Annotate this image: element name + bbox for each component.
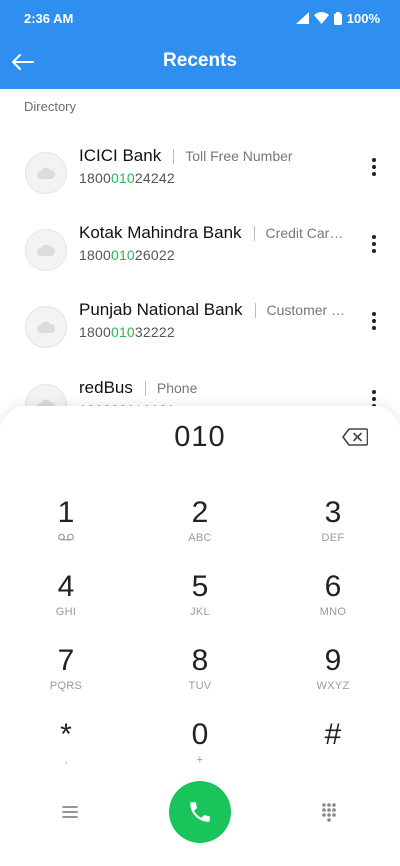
key-4[interactable]: 4 GHI xyxy=(0,570,132,638)
page-title: Recents xyxy=(163,50,237,71)
top-bar: 2:36 AM 100% Recents xyxy=(0,0,400,89)
divider xyxy=(173,148,175,164)
wifi-icon xyxy=(313,12,329,24)
key-9[interactable]: 9 WXYZ xyxy=(267,644,399,712)
key-6[interactable]: 6 MNO xyxy=(267,570,399,638)
contact-number: 180001026022 xyxy=(79,247,175,263)
contact-name: redBus xyxy=(79,378,133,397)
contact-name: Punjab National Bank xyxy=(79,300,243,319)
contact-tag: Credit Card/... xyxy=(265,225,349,241)
number-suffix: 24242 xyxy=(134,170,175,186)
number-suffix: 32222 xyxy=(134,324,175,340)
avatar xyxy=(25,306,67,348)
number-match: 010 xyxy=(110,170,135,186)
key-letters: JKL xyxy=(190,606,210,618)
contact-number: 180001024242 xyxy=(79,170,175,186)
key-7[interactable]: 7 PQRS xyxy=(0,644,132,712)
status-bar: 2:36 AM 100% xyxy=(0,0,400,36)
contact-header: Kotak Mahindra Bank Credit Card/... xyxy=(79,223,349,243)
key-letters: ABC xyxy=(188,532,212,544)
key-8[interactable]: 8 TUV xyxy=(134,644,266,712)
menu-icon[interactable] xyxy=(55,797,85,827)
number-prefix: 1800 xyxy=(79,247,111,263)
section-header: Directory xyxy=(24,99,77,114)
list-item[interactable]: ICICI Bank Toll Free Number 180001024242 xyxy=(0,146,400,220)
key-digit: 2 xyxy=(191,496,209,529)
key-letters: , xyxy=(64,754,68,766)
battery-icon xyxy=(333,11,342,25)
avatar xyxy=(25,229,67,271)
signal-icon xyxy=(295,12,309,24)
contact-name: Kotak Mahindra Bank xyxy=(79,223,242,242)
dialed-number[interactable]: 010 xyxy=(0,421,400,454)
key-1[interactable]: 1 xyxy=(0,496,132,564)
battery-level: 100% xyxy=(346,10,380,26)
divider xyxy=(144,380,146,396)
key-digit: 5 xyxy=(191,570,209,603)
number-match: 010 xyxy=(110,324,135,340)
contact-name: ICICI Bank xyxy=(79,146,162,165)
key-letters xyxy=(267,754,399,768)
cloud-avatar-icon xyxy=(37,321,56,333)
key-digit: 7 xyxy=(57,644,75,677)
key-letters: GHI xyxy=(55,606,77,618)
key-digit: 8 xyxy=(191,644,209,677)
key-digit: 9 xyxy=(324,644,342,677)
key-digit: # xyxy=(324,718,342,751)
key-digit: * xyxy=(60,718,72,751)
cloud-avatar-icon xyxy=(37,244,56,256)
key-digit: 3 xyxy=(324,496,342,529)
key-3[interactable]: 3 DEF xyxy=(267,496,399,564)
contact-tag: Phone xyxy=(156,380,198,396)
key-letters: TUV xyxy=(188,680,212,692)
app-bar: Recents xyxy=(0,36,400,89)
contact-header: Punjab National Bank Customer C... xyxy=(79,300,349,320)
key-digit: 4 xyxy=(57,570,75,603)
key-2[interactable]: 2 ABC xyxy=(134,496,266,564)
contact-header: ICICI Bank Toll Free Number xyxy=(79,146,349,166)
status-icons: 100% xyxy=(295,10,380,26)
status-time: 2:36 AM xyxy=(24,10,74,26)
more-options-icon[interactable] xyxy=(366,229,382,259)
key-digit: 6 xyxy=(324,570,342,603)
key-hash[interactable]: # xyxy=(267,718,399,786)
key-star[interactable]: * , xyxy=(0,718,132,786)
key-letters: + xyxy=(196,754,204,766)
key-digit: 1 xyxy=(57,496,75,529)
contact-header: redBus Phone xyxy=(79,378,349,398)
dialpad-icon[interactable] xyxy=(314,797,344,827)
divider xyxy=(253,225,255,241)
key-letters: WXYZ xyxy=(316,680,350,692)
key-letters: PQRS xyxy=(49,680,83,692)
avatar xyxy=(25,152,67,194)
contact-tag: Toll Free Number xyxy=(185,148,293,164)
contact-number: 180001032222 xyxy=(79,324,175,340)
key-letters: MNO xyxy=(319,606,347,618)
list-item[interactable]: Punjab National Bank Customer C... 18000… xyxy=(0,300,400,374)
number-prefix: 1800 xyxy=(79,324,111,340)
divider xyxy=(254,302,256,318)
key-5[interactable]: 5 JKL xyxy=(134,570,266,638)
key-letters: DEF xyxy=(321,532,345,544)
contact-tag: Customer C... xyxy=(266,302,349,318)
dialpad-panel: 010 1 2 ABC 3 DEF 4 GHI 5 JKL 6 MNO 7 PQ… xyxy=(0,406,400,866)
backspace-icon[interactable] xyxy=(342,428,369,446)
number-suffix: 26022 xyxy=(134,247,175,263)
cloud-avatar-icon xyxy=(37,167,56,179)
more-options-icon[interactable] xyxy=(366,306,382,336)
phone-icon xyxy=(190,802,210,822)
number-prefix: 1800 xyxy=(79,170,111,186)
list-item[interactable]: Kotak Mahindra Bank Credit Card/... 1800… xyxy=(0,223,400,297)
key-digit: 0 xyxy=(191,718,209,751)
key-0[interactable]: 0 + xyxy=(134,718,266,786)
more-options-icon[interactable] xyxy=(366,152,382,182)
call-button[interactable] xyxy=(169,781,231,843)
voicemail-icon xyxy=(0,532,132,546)
number-match: 010 xyxy=(110,247,135,263)
